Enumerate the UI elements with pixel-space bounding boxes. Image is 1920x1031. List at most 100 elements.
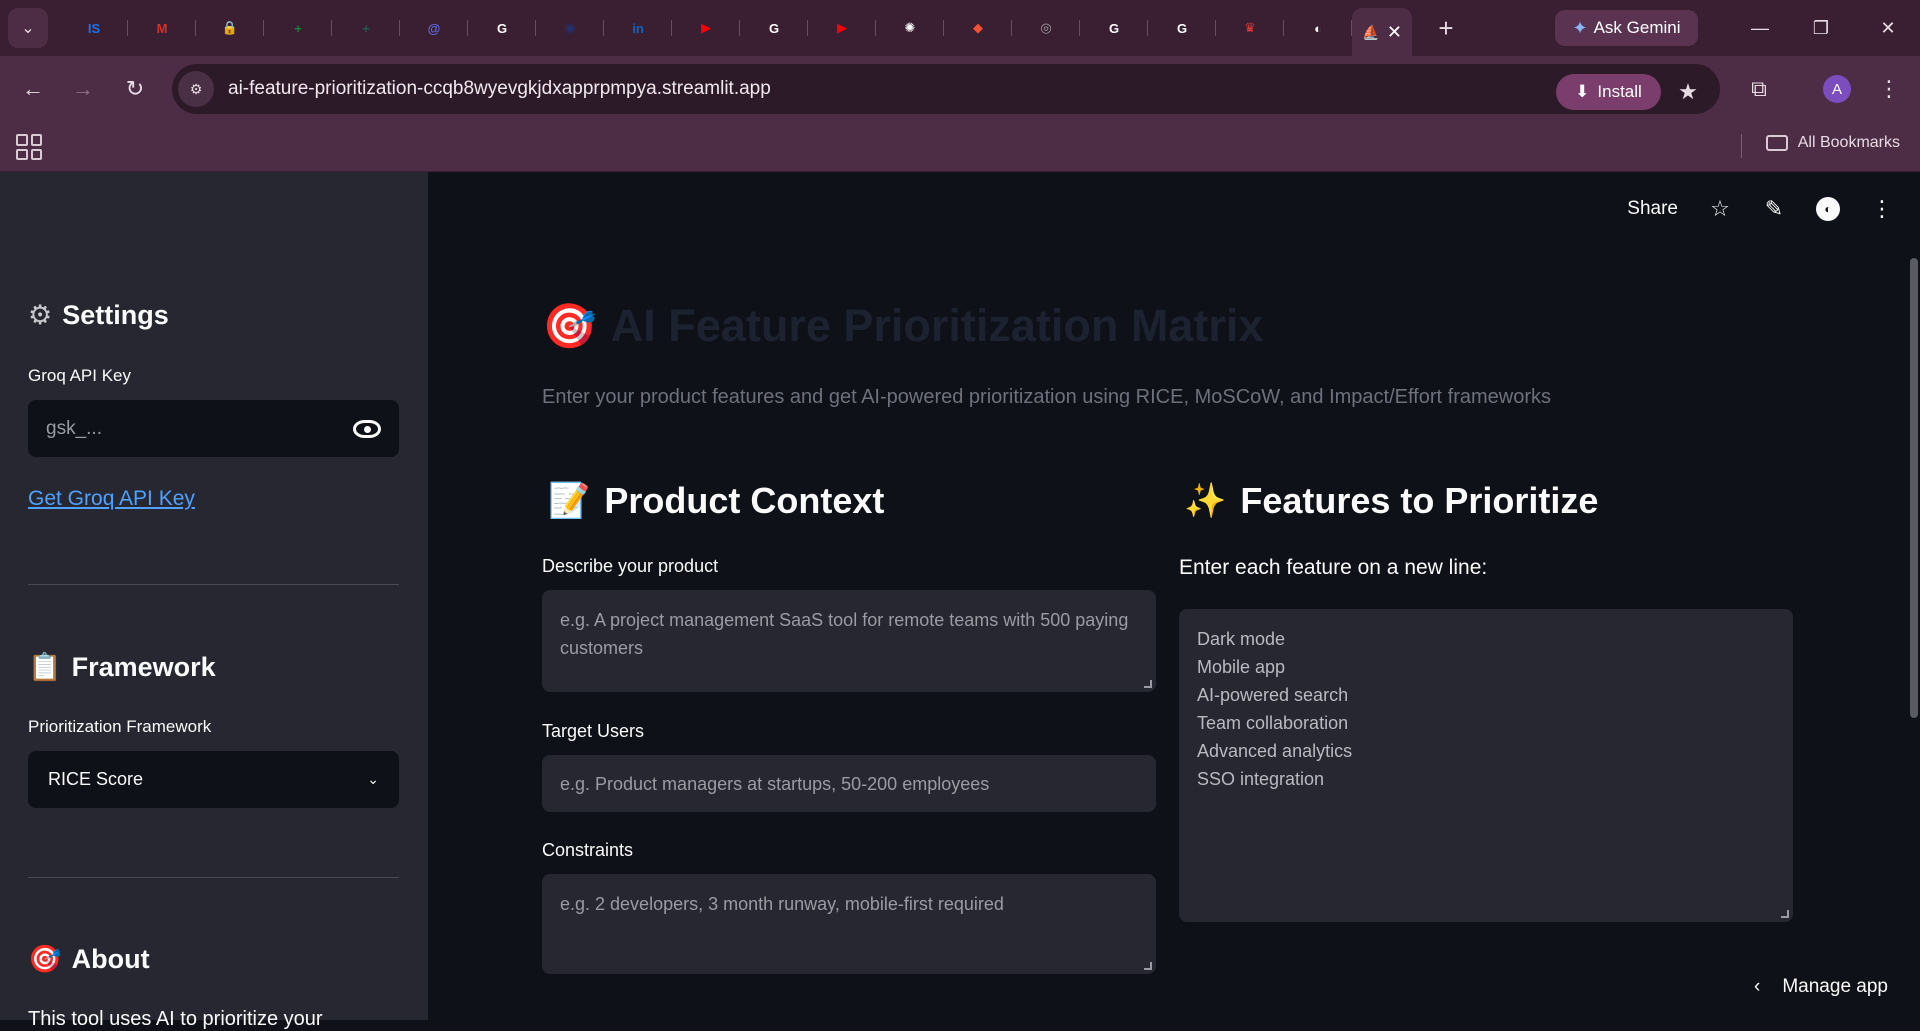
tab-google1[interactable]: G	[468, 8, 536, 48]
forward-button[interactable]: →	[64, 70, 102, 108]
site-info-icon[interactable]: ⚙	[178, 71, 214, 107]
tab-chatgpt[interactable]: ✺	[876, 8, 944, 48]
about-heading: 🎯 About	[28, 943, 150, 975]
page-subtitle: Enter your product features and get AI-p…	[542, 386, 1551, 408]
show-password-eye-icon[interactable]	[353, 419, 381, 438]
tab-crown[interactable]: ♛	[1216, 8, 1284, 48]
api-key-label: Groq API Key	[28, 366, 131, 385]
settings-heading: ⚙ Settings	[28, 300, 169, 330]
install-label: Install	[1597, 82, 1642, 101]
feature-line: Dark mode	[1197, 629, 1286, 649]
features-textarea[interactable]: Dark mode Mobile app AI-powered search T…	[1179, 609, 1793, 922]
chevron-down-icon: ⌄	[21, 20, 35, 37]
github-favicon-icon: ◐	[1314, 20, 1322, 36]
back-button[interactable]: ←	[14, 70, 52, 108]
sidebar-divider	[28, 877, 399, 878]
tab-youtube1[interactable]: ▶	[672, 8, 740, 48]
target-users-input[interactable]: e.g. Product managers at startups, 50-20…	[542, 755, 1156, 812]
tab-active[interactable]: ⛵ ✕	[1352, 8, 1412, 56]
tab-ts[interactable]: IS	[60, 8, 128, 48]
tab-youtube2[interactable]: ▶	[808, 8, 876, 48]
tab-lock[interactable]: 🔒	[196, 8, 264, 48]
get-api-key-link[interactable]: Get Groq API Key	[28, 487, 195, 511]
lock-favicon-icon: 🔒	[221, 20, 239, 35]
profile-avatar[interactable]: A	[1818, 70, 1856, 108]
tab-search-button[interactable]: ⌄	[8, 8, 48, 48]
close-window-button[interactable]: ✕	[1860, 0, 1916, 56]
resize-handle-icon[interactable]	[1144, 962, 1152, 970]
bookmark-star-icon[interactable]: ★	[1670, 74, 1706, 110]
feature-line: Advanced analytics	[1197, 741, 1353, 761]
tab-chrome[interactable]: ◎	[1012, 8, 1080, 48]
resize-handle-icon[interactable]	[1781, 910, 1789, 918]
youtube2-favicon-icon: ▶	[837, 20, 847, 35]
ask-gemini-button[interactable]: ✦ Ask Gemini	[1555, 10, 1698, 46]
describe-product-textarea[interactable]: e.g. A project management SaaS tool for …	[542, 590, 1156, 692]
features-label: Enter each feature on a new line:	[1179, 556, 1488, 579]
manage-app-label: Manage app	[1782, 976, 1888, 997]
describe-product-placeholder: e.g. A project management SaaS tool for …	[560, 610, 1129, 658]
scrollbar[interactable]	[1910, 258, 1918, 718]
more-options-icon[interactable]: ⋮	[1870, 196, 1894, 222]
omnibox[interactable]: ⚙ ai-feature-prioritization-ccqb8wyevgkj…	[172, 64, 1720, 114]
tab-google2[interactable]: G	[740, 8, 808, 48]
constraints-textarea[interactable]: e.g. 2 developers, 3 month runway, mobil…	[542, 874, 1156, 974]
tab-linkedin[interactable]: in	[604, 8, 672, 48]
new-tab-button[interactable]: +	[1430, 13, 1462, 44]
sheets-favicon-icon: +	[294, 20, 302, 36]
feature-line: Mobile app	[1197, 657, 1286, 677]
tab-google4[interactable]: G	[1148, 8, 1216, 48]
apps-grid-icon[interactable]	[16, 134, 42, 160]
memo-icon: 📝	[548, 482, 591, 520]
git-favicon-icon: ◆	[973, 20, 983, 35]
minimize-button[interactable]: —	[1732, 0, 1788, 56]
resize-handle-icon[interactable]	[1144, 680, 1152, 688]
tab-strip: IS M 🔒 + + @ G ◉ in ▶ G ▶ ✺ ◆ ◎ G G ♛ ◐	[60, 0, 1352, 56]
all-bookmarks-button[interactable]: All Bookmarks	[1765, 134, 1900, 152]
url-text[interactable]: ai-feature-prioritization-ccqb8wyevgkjdx…	[228, 78, 771, 100]
circle-favicon-icon: ◉	[564, 20, 576, 35]
tab-add[interactable]: +	[332, 8, 400, 48]
star-icon[interactable]: ☆	[1708, 196, 1732, 222]
install-app-button[interactable]: ⬇ Install	[1556, 74, 1661, 110]
tab-sheets[interactable]: +	[264, 8, 332, 48]
constraints-label: Constraints	[542, 840, 634, 860]
google1-favicon-icon: G	[496, 20, 508, 36]
close-tab-icon[interactable]: ✕	[1387, 22, 1402, 43]
sparkles-icon: ✨	[1184, 482, 1227, 520]
extensions-icon[interactable]: ⧉	[1740, 70, 1778, 108]
tab-circle[interactable]: ◉	[536, 8, 604, 48]
install-icon: ⬇	[1575, 82, 1590, 101]
ask-gemini-label: Ask Gemini	[1593, 18, 1681, 37]
target-users-label: Target Users	[542, 721, 645, 741]
tab-gmail[interactable]: M	[128, 8, 196, 48]
manage-app-button[interactable]: ‹ Manage app	[1754, 976, 1888, 998]
tab-app[interactable]: @	[400, 8, 468, 48]
edit-pencil-icon[interactable]: ✎	[1762, 196, 1786, 222]
sidebar: ⚙ Settings Groq API Key gsk_... Get Groq…	[0, 172, 428, 1030]
ts-favicon-icon: IS	[87, 20, 101, 36]
api-key-input[interactable]: gsk_...	[28, 400, 399, 457]
google3-favicon-icon: G	[1108, 20, 1120, 36]
target-icon: 🎯	[28, 944, 62, 974]
tab-github[interactable]: ◐	[1284, 8, 1352, 48]
framework-heading: 📋 Framework	[28, 651, 216, 683]
app-toolbar: Share ☆ ✎ ◐ ⋮	[1627, 196, 1894, 222]
describe-product-label: Describe your product	[542, 556, 719, 576]
linkedin-favicon-icon: in	[632, 20, 644, 36]
restore-button[interactable]: ❐	[1793, 0, 1849, 56]
tab-git[interactable]: ◆	[944, 8, 1012, 48]
reload-button[interactable]: ↻	[116, 70, 154, 108]
framework-select[interactable]: RICE Score ⌄	[28, 751, 399, 808]
api-key-placeholder: gsk_...	[46, 417, 102, 439]
framework-label: Prioritization Framework	[28, 717, 212, 736]
chrome-menu-icon[interactable]: ⋮	[1870, 70, 1908, 108]
all-bookmarks-label: All Bookmarks	[1797, 134, 1900, 151]
github-icon[interactable]: ◐	[1816, 197, 1840, 221]
gemini-spark-icon: ✦	[1572, 17, 1588, 38]
share-button[interactable]: Share	[1627, 198, 1678, 220]
page-title: 🎯 AI Feature Prioritization Matrix	[542, 300, 1264, 351]
product-context-heading: 📝 Product Context	[548, 480, 885, 521]
tab-google3[interactable]: G	[1080, 8, 1148, 48]
google4-favicon-icon: G	[1176, 20, 1188, 36]
